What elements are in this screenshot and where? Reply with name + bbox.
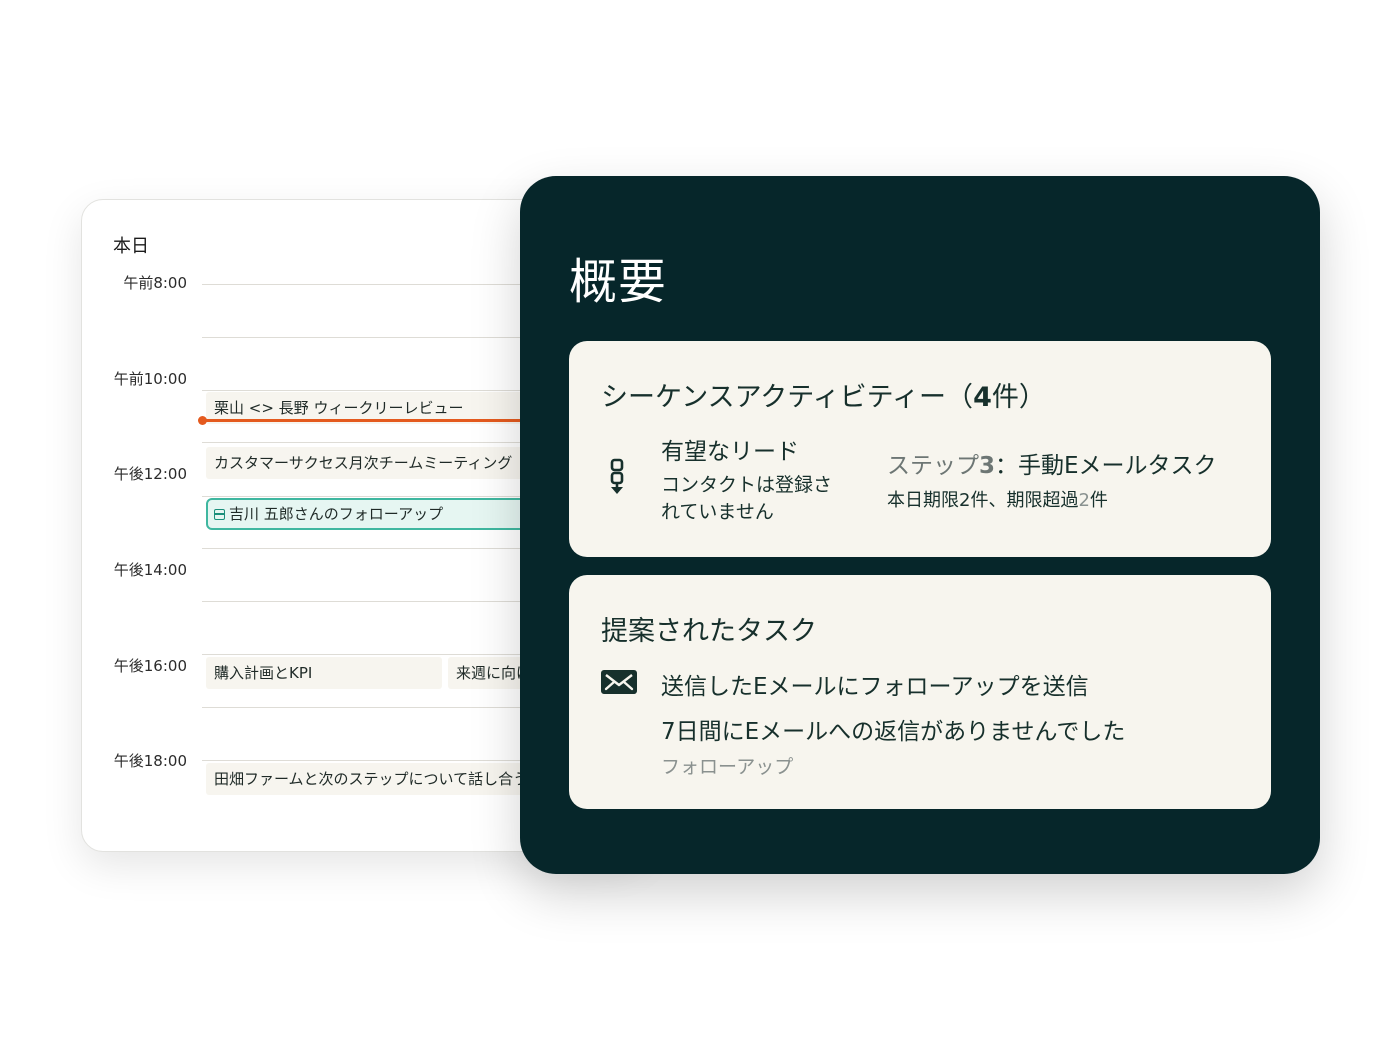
suggested-task-title[interactable]: 送信したEメールにフォローアップを送信 (661, 667, 1089, 701)
time-label-2pm: 午後14:00 (113, 561, 187, 579)
time-label-12pm: 午後12:00 (113, 465, 187, 483)
time-label-4pm: 午後16:00 (113, 657, 187, 675)
suggested-tasks-heading: 提案されたタスク (601, 616, 817, 647)
suggested-task-tag: フォローアップ (661, 756, 794, 778)
current-time-dot (198, 416, 207, 425)
suggested-tasks-card[interactable]: 提案されたタスク 送信したEメールにフォローアップを送信 7日間にEメールへの返… (569, 575, 1271, 809)
step-prefix: ステップ (887, 453, 979, 479)
sequence-activity-heading: シーケンスアクティビティー（4件） (601, 375, 1046, 414)
heading-prefix: シーケンスアクティビティー（ (601, 382, 974, 413)
time-label-6pm: 午後18:00 (113, 752, 187, 770)
envelope-icon (601, 670, 637, 694)
due-suffix: 件 (1089, 490, 1108, 511)
step-title: ステップ3：手動Eメールタスク (887, 446, 1217, 480)
lead-title: 有望なリード (661, 439, 799, 465)
heading-suffix: 件） (991, 382, 1046, 413)
suggested-task-description: 7日間にEメールへの返信がありませんでした (661, 719, 1126, 745)
sequence-count: 4 (973, 382, 992, 413)
event-followup-label: 吉川 五郎さんのフォローアップ (229, 505, 444, 523)
calendar-title: 本日 (113, 236, 149, 257)
time-label-8am: 午前8:00 (123, 274, 187, 292)
due-prefix: 本日期限2件、期限超過 (887, 490, 1079, 511)
step-number: 3 (979, 453, 996, 479)
lead-subtitle: コンタクトは登録されていません (661, 474, 833, 523)
overview-panel: 概要 シーケンスアクティビティー（4件） 有望なリード コンタクトは登録されてい… (520, 176, 1320, 874)
task-icon (214, 509, 225, 520)
due-summary: 本日期限2件、期限超過2件 (887, 486, 1108, 512)
sequence-steps-icon (610, 458, 624, 494)
step-rest: ：手動Eメールタスク (995, 453, 1217, 479)
sequence-activity-card[interactable]: シーケンスアクティビティー（4件） 有望なリード コンタクトは登録されていません… (569, 341, 1271, 557)
overview-title: 概要 (569, 254, 668, 310)
overdue-count: 2 (1078, 490, 1090, 511)
time-label-10am: 午前10:00 (113, 370, 187, 388)
event-purchase-plan[interactable]: 購入計画とKPI (206, 657, 442, 689)
